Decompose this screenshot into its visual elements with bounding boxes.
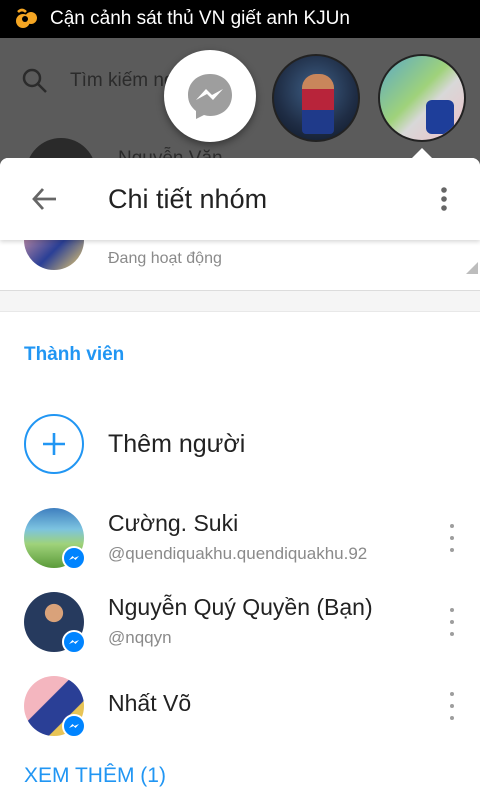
- see-more-link[interactable]: XEM THÊM (1): [24, 764, 166, 788]
- member-handle: @quendiquakhu.quendiquakhu.92: [108, 544, 368, 563]
- more-vert-icon: [441, 187, 447, 211]
- member-row[interactable]: Nguyễn Quý Quyền (Bạn) @nqqyn: [0, 592, 480, 662]
- member-row[interactable]: Nhất Võ: [0, 676, 480, 746]
- more-vert-icon[interactable]: [442, 692, 462, 720]
- group-details-panel: Chi tiết nhóm Đang hoạt động Thành viên …: [0, 158, 480, 800]
- uc-browser-icon: [16, 8, 37, 28]
- messenger-badge-icon: [62, 630, 86, 654]
- messenger-badge-icon: [62, 714, 86, 738]
- messenger-badge-icon: [62, 546, 86, 570]
- search-icon: [22, 68, 47, 93]
- members-section-title: Thành viên: [24, 344, 125, 365]
- more-vert-icon[interactable]: [442, 608, 462, 636]
- member-name: Cường. Suki: [108, 510, 239, 536]
- chathead-contact[interactable]: [272, 54, 360, 142]
- page-title: Chi tiết nhóm: [108, 183, 268, 214]
- chathead-group[interactable]: [378, 54, 466, 142]
- member-name: Nguyễn Quý Quyền (Bạn): [108, 594, 373, 620]
- chathead-photo: [302, 74, 334, 134]
- add-icon: [24, 414, 84, 474]
- more-options-button[interactable]: [424, 179, 464, 219]
- toolbar: Chi tiết nhóm: [0, 158, 480, 240]
- messenger-chathead[interactable]: [164, 50, 256, 142]
- status-bar: Cận cảnh sát thủ VN giết anh KJUn: [0, 0, 480, 38]
- section-divider: [0, 290, 480, 312]
- member-name: Nhất Võ: [108, 690, 192, 716]
- messenger-icon: [188, 74, 232, 119]
- member-row[interactable]: Cường. Suki @quendiquakhu.quendiquakhu.9…: [0, 508, 480, 578]
- corner-indicator: [466, 262, 478, 274]
- more-vert-icon[interactable]: [442, 524, 462, 552]
- group-summary-row: Đang hoạt động: [0, 220, 480, 290]
- notification-text: Cận cảnh sát thủ VN giết anh KJUn: [50, 8, 350, 29]
- chathead-photo: [426, 100, 454, 134]
- back-button[interactable]: [24, 179, 64, 219]
- member-handle: @nqqyn: [108, 628, 172, 647]
- add-people-label: Thêm người: [108, 429, 246, 458]
- chathead-pointer: [412, 148, 432, 158]
- add-people-button[interactable]: Thêm người: [0, 414, 480, 474]
- group-status: Đang hoạt động: [108, 250, 222, 267]
- arrow-back-icon: [32, 188, 56, 210]
